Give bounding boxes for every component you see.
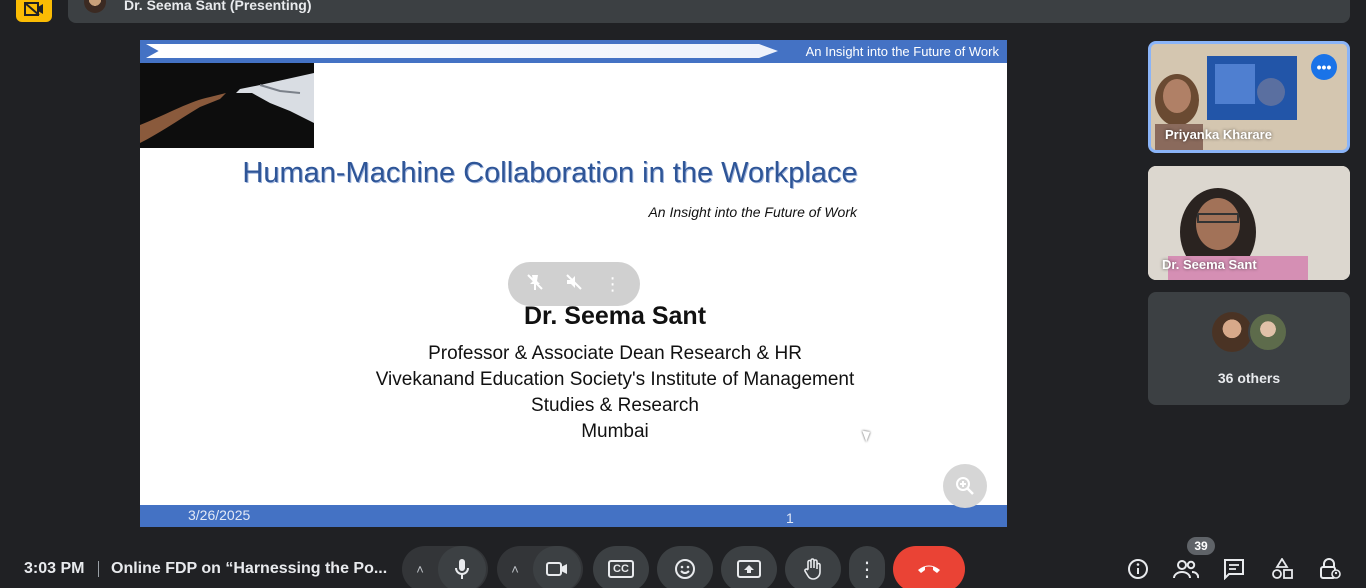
people-icon	[1173, 560, 1199, 579]
participant-count-badge: 39	[1187, 537, 1215, 555]
slide-page-number: 1	[786, 510, 794, 526]
clock: 3:03 PM	[24, 560, 85, 577]
camera-button[interactable]	[533, 546, 581, 588]
meet-logo-icon	[16, 0, 52, 22]
activities-button[interactable]	[1269, 557, 1295, 581]
slide-title: Human-Machine Collaboration in the Workp…	[242, 157, 858, 189]
hang-up-icon	[918, 565, 940, 573]
chat-icon	[1224, 559, 1244, 580]
hand-icon	[804, 558, 821, 580]
slide-presenter-name: Dr. Seema Sant	[523, 302, 707, 330]
slide-header-band: An Insight into the Future of Work	[140, 40, 1007, 63]
video-settings-caret-icon[interactable]: ˄	[497, 562, 533, 577]
slide-header-text: An Insight into the Future of Work	[805, 44, 999, 59]
unpin-icon[interactable]	[526, 273, 544, 296]
more-vert-icon: ⋮	[857, 558, 877, 581]
tile-more-options-button[interactable]: •••	[1311, 54, 1337, 80]
slide-line-role: Professor & Associate Dean Research & HR	[428, 343, 802, 364]
mic-control-group: ˄	[402, 546, 488, 588]
others-tile[interactable]: 36 others	[1148, 292, 1350, 405]
avatar	[1212, 312, 1252, 352]
slide-line-institute-cont: Studies & Research	[531, 395, 699, 416]
activities-icon	[1272, 558, 1293, 579]
audio-settings-caret-icon[interactable]: ˄	[402, 562, 438, 577]
slide-footer-band: 3/26/2025 1	[140, 505, 1007, 527]
divider	[98, 561, 99, 577]
lock-person-icon	[1320, 558, 1341, 579]
camera-control-group: ˄	[497, 546, 583, 588]
participant-tile-seema[interactable]: Dr. Seema Sant	[1148, 166, 1350, 280]
tile-floating-controls: ⋮	[508, 262, 640, 306]
microphone-button[interactable]	[438, 546, 486, 588]
raise-hand-button[interactable]	[785, 546, 841, 588]
slide-line-city: Mumbai	[581, 421, 649, 442]
others-count: 36 others	[1217, 370, 1281, 386]
people-button[interactable]	[1172, 557, 1200, 581]
presenter-title: Dr. Seema Sant (Presenting)	[124, 0, 312, 13]
avatar	[1248, 312, 1288, 352]
microphone-icon	[455, 559, 469, 579]
present-screen-icon	[737, 560, 761, 578]
avatar	[84, 0, 106, 13]
more-options-icon[interactable]: ⋮	[604, 274, 622, 295]
mute-audio-icon[interactable]	[565, 273, 583, 296]
more-options-button[interactable]: ⋮	[849, 546, 885, 588]
zoom-button[interactable]	[943, 464, 987, 508]
chat-button[interactable]	[1221, 557, 1247, 581]
participant-tile-priyanka[interactable]: ••• Priyanka Kharare	[1148, 41, 1350, 153]
host-controls-button[interactable]	[1317, 557, 1343, 581]
zoom-in-icon	[956, 477, 974, 495]
participant-name: Dr. Seema Sant	[1162, 257, 1257, 272]
slide-header-arrow	[146, 44, 778, 58]
slide-subtitle: An Insight into the Future of Work	[648, 204, 857, 220]
present-screen-button[interactable]	[721, 546, 777, 588]
emoji-icon	[675, 559, 695, 579]
captions-button[interactable]: CC	[593, 546, 649, 588]
reactions-button[interactable]	[657, 546, 713, 588]
slide-line-institute: Vivekanand Education Society's Institute…	[375, 369, 855, 390]
leave-call-button[interactable]	[893, 546, 965, 588]
meeting-details-button[interactable]	[1125, 557, 1151, 581]
hands-touch-image	[140, 63, 314, 148]
meeting-title: Online FDP on “Harnessing the Po...	[111, 560, 388, 577]
participant-name: Priyanka Kharare	[1165, 127, 1272, 142]
slide-date: 3/26/2025	[188, 507, 251, 523]
presenting-banner[interactable]: Dr. Seema Sant (Presenting)	[68, 0, 1350, 23]
info-icon	[1128, 559, 1148, 579]
camera-icon	[546, 562, 567, 576]
captions-icon: CC	[608, 560, 634, 578]
